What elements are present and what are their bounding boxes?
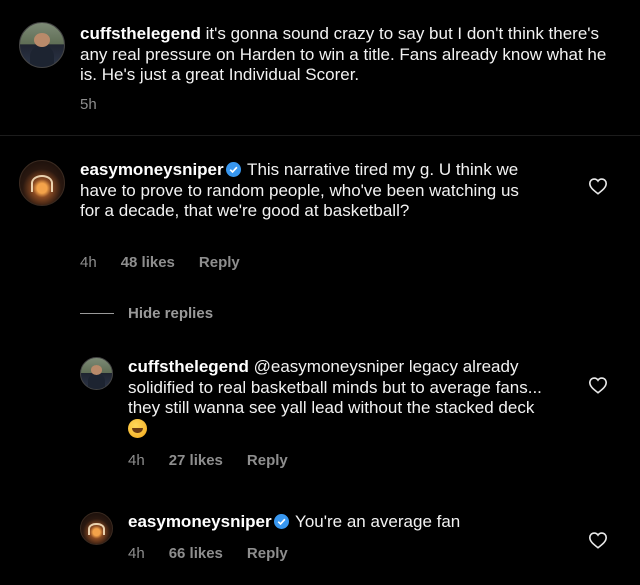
username[interactable]: easymoneysniper bbox=[80, 160, 224, 179]
comment-meta: 4h 48 likes Reply bbox=[80, 254, 240, 271]
reply-text: easymoneysniper You're an average fan bbox=[128, 512, 548, 533]
divider bbox=[0, 135, 640, 136]
comment-text: easymoneysniper This narrative tired my … bbox=[80, 160, 540, 222]
comment-meta: 5h bbox=[80, 96, 121, 113]
avatar[interactable] bbox=[19, 160, 65, 206]
heart-icon[interactable] bbox=[588, 376, 608, 394]
timestamp: 4h bbox=[128, 545, 145, 562]
likes-count[interactable]: 27 likes bbox=[169, 452, 223, 469]
reply-meta: 4h 66 likes Reply bbox=[128, 545, 288, 562]
timestamp: 4h bbox=[128, 452, 145, 469]
heart-icon[interactable] bbox=[588, 177, 608, 195]
username[interactable]: cuffsthelegend bbox=[80, 24, 201, 43]
hide-replies-button[interactable]: Hide replies bbox=[128, 305, 213, 322]
hide-replies-line bbox=[80, 313, 114, 314]
avatar[interactable] bbox=[80, 357, 113, 390]
reply-button[interactable]: Reply bbox=[247, 545, 288, 562]
timestamp: 5h bbox=[80, 96, 97, 113]
likes-count[interactable]: 66 likes bbox=[169, 545, 223, 562]
comment-text: cuffsthelegend it's gonna sound crazy to… bbox=[80, 24, 620, 86]
reply-text: cuffsthelegend @easymoneysniper legacy a… bbox=[128, 357, 548, 440]
timestamp: 4h bbox=[80, 254, 97, 271]
username[interactable]: easymoneysniper bbox=[128, 512, 272, 531]
reply-body: You're an average fan bbox=[290, 512, 461, 531]
reply-meta: 4h 27 likes Reply bbox=[128, 452, 288, 469]
reply-button[interactable]: Reply bbox=[247, 452, 288, 469]
username[interactable]: cuffsthelegend bbox=[128, 357, 249, 376]
avatar[interactable] bbox=[19, 22, 65, 68]
reply-button[interactable]: Reply bbox=[199, 254, 240, 271]
rolling-laughing-emoji-icon bbox=[128, 418, 147, 438]
verified-badge-icon bbox=[273, 514, 289, 529]
likes-count[interactable]: 48 likes bbox=[121, 254, 175, 271]
heart-icon[interactable] bbox=[588, 531, 608, 549]
avatar[interactable] bbox=[80, 512, 113, 545]
verified-badge-icon bbox=[225, 162, 241, 177]
